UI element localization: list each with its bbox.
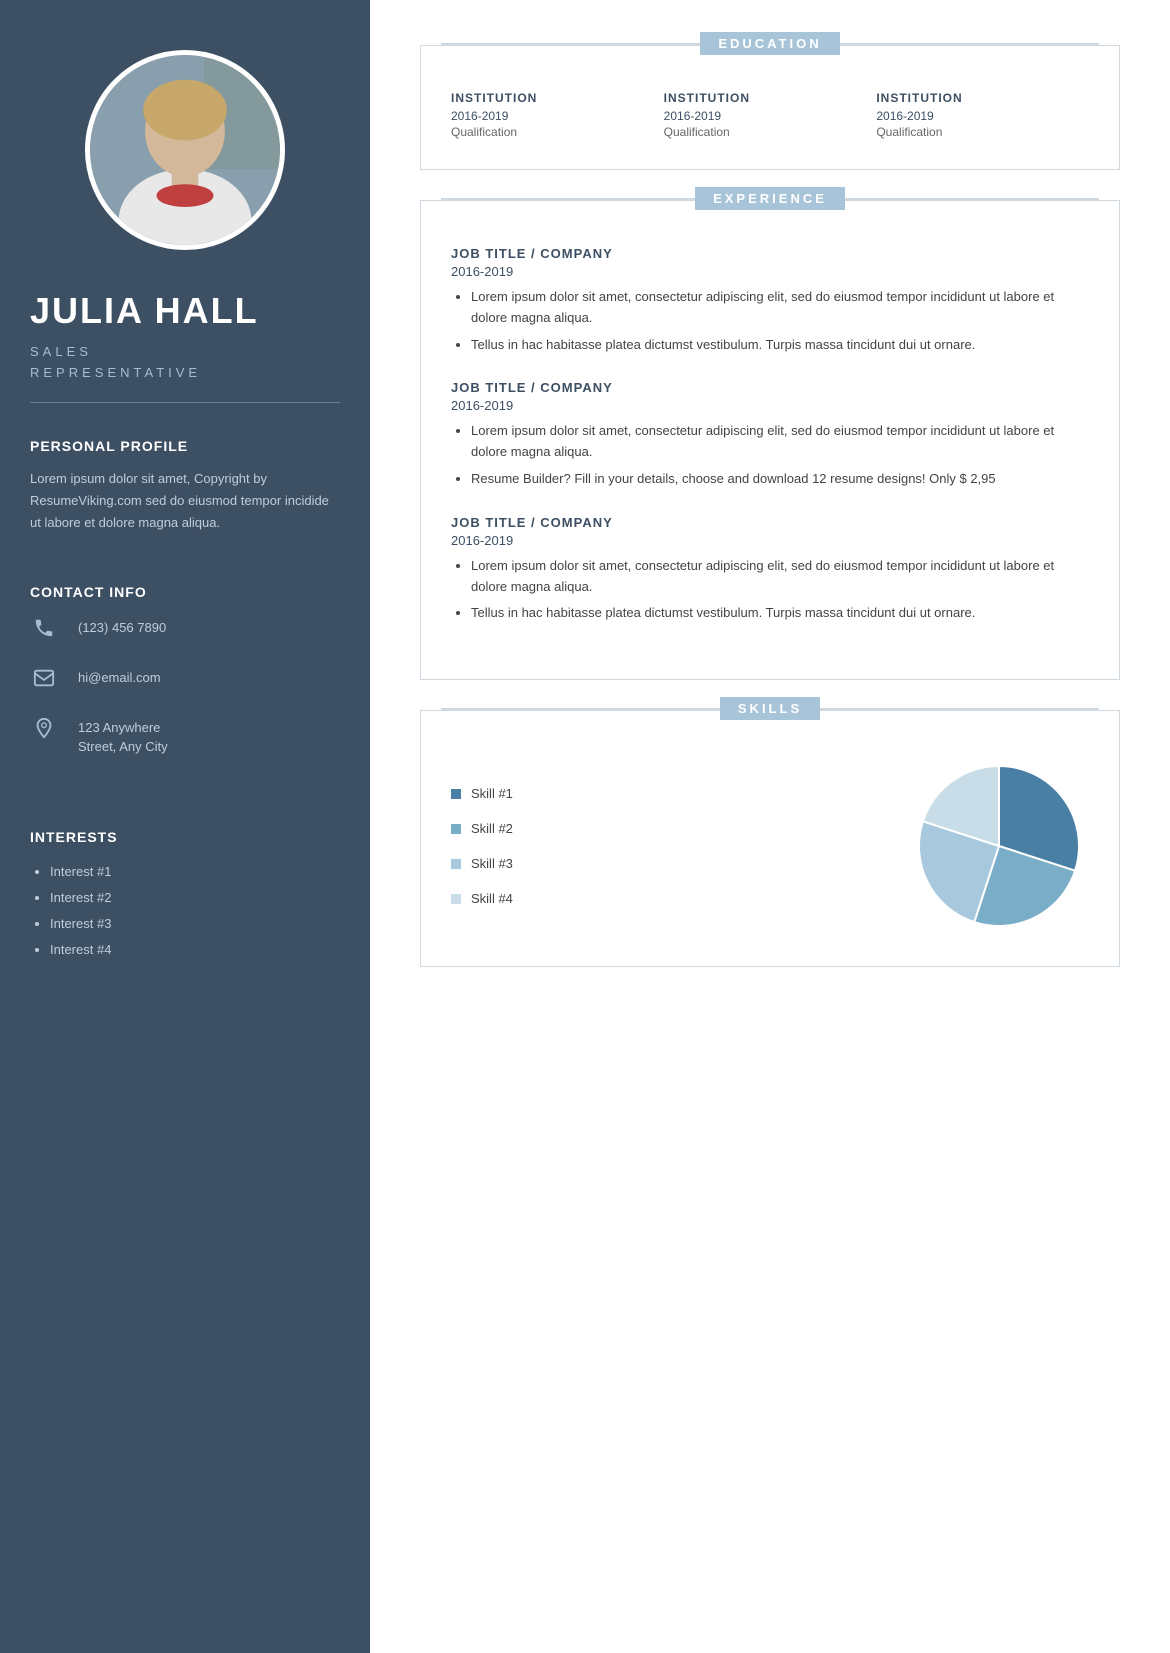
education-line-right	[840, 43, 1099, 45]
edu-qualification: Qualification	[664, 125, 857, 139]
job-entry: JOB TITLE / COMPANY 2016-2019 Lorem ipsu…	[451, 380, 1089, 489]
job-bullet: Resume Builder? Fill in your details, ch…	[471, 469, 1089, 490]
job-bullets: Lorem ipsum dolor sit amet, consectetur …	[451, 287, 1089, 355]
job-years: 2016-2019	[451, 264, 1089, 279]
experience-line-right	[845, 198, 1099, 200]
contact-section: CONTACT INFO (123) 456 7890 hi@email.com	[30, 584, 340, 779]
interest-item: Interest #1	[50, 859, 340, 885]
skill-dot	[451, 859, 461, 869]
contact-phone-item: (123) 456 7890	[30, 614, 340, 642]
contact-email-item: hi@email.com	[30, 664, 340, 692]
skill-label: Skill #2	[471, 821, 513, 836]
skill-legend-item: Skill #3	[451, 856, 879, 871]
edu-institution-name: INSTITUTION	[876, 91, 1069, 105]
skills-content: Skill #1 Skill #2 Skill #3 Skill #4	[451, 756, 1089, 936]
interests-list: Interest #1Interest #2Interest #3Interes…	[30, 859, 340, 963]
experience-section: EXPERIENCE JOB TITLE / COMPANY 2016-2019…	[420, 200, 1120, 680]
candidate-name: JULIA HALL	[30, 290, 340, 332]
edu-qualification: Qualification	[451, 125, 644, 139]
job-title: JOB TITLE / COMPANY	[451, 246, 1089, 261]
sidebar: JULIA HALL SALES REPRESENTATIVE PERSONAL…	[0, 0, 370, 1653]
personal-profile-heading: PERSONAL PROFILE	[30, 438, 340, 454]
skill-label: Skill #4	[471, 891, 513, 906]
main-content: EDUCATION INSTITUTION 2016-2019 Qualific…	[370, 0, 1170, 1653]
edu-years: 2016-2019	[664, 109, 857, 123]
edu-years: 2016-2019	[876, 109, 1069, 123]
interests-heading: INTERESTS	[30, 829, 340, 845]
interest-item: Interest #2	[50, 885, 340, 911]
edu-institution-name: INSTITUTION	[664, 91, 857, 105]
job-bullet: Lorem ipsum dolor sit amet, consectetur …	[471, 421, 1089, 463]
skills-section: SKILLS Skill #1 Skill #2 Skill #3 Skill …	[420, 710, 1120, 967]
education-line-left	[441, 43, 700, 45]
education-grid: INSTITUTION 2016-2019 Qualification INST…	[451, 91, 1089, 139]
pie-chart	[909, 756, 1089, 936]
skill-label: Skill #3	[471, 856, 513, 871]
job-years: 2016-2019	[451, 533, 1089, 548]
candidate-title: SALES REPRESENTATIVE	[30, 342, 340, 384]
personal-profile-text: Lorem ipsum dolor sit amet, Copyright by…	[30, 468, 340, 534]
contact-email: hi@email.com	[78, 664, 161, 688]
skill-dot	[451, 894, 461, 904]
job-bullet: Tellus in hac habitasse platea dictumst …	[471, 603, 1089, 624]
job-bullets: Lorem ipsum dolor sit amet, consectetur …	[451, 421, 1089, 489]
interest-item: Interest #4	[50, 937, 340, 963]
contact-phone: (123) 456 7890	[78, 614, 166, 638]
job-bullet: Lorem ipsum dolor sit amet, consectetur …	[471, 556, 1089, 598]
skills-legend: Skill #1 Skill #2 Skill #3 Skill #4	[451, 786, 879, 906]
education-column: INSTITUTION 2016-2019 Qualification	[451, 91, 664, 139]
skills-line-right	[820, 708, 1099, 710]
skills-header: SKILLS	[441, 697, 1099, 720]
skill-legend-item: Skill #2	[451, 821, 879, 836]
skill-dot	[451, 789, 461, 799]
contact-address: 123 Anywhere Street, Any City	[78, 714, 168, 757]
job-bullets: Lorem ipsum dolor sit amet, consectetur …	[451, 556, 1089, 624]
job-years: 2016-2019	[451, 398, 1089, 413]
education-section: EDUCATION INSTITUTION 2016-2019 Qualific…	[420, 45, 1120, 170]
experience-line-left	[441, 198, 695, 200]
edu-institution-name: INSTITUTION	[451, 91, 644, 105]
education-header: EDUCATION	[441, 32, 1099, 55]
experience-label: EXPERIENCE	[695, 187, 845, 210]
contact-address-item: 123 Anywhere Street, Any City	[30, 714, 340, 757]
skills-label: SKILLS	[720, 697, 820, 720]
skill-legend-item: Skill #1	[451, 786, 879, 801]
skill-dot	[451, 824, 461, 834]
edu-years: 2016-2019	[451, 109, 644, 123]
job-title: JOB TITLE / COMPANY	[451, 515, 1089, 530]
education-column: INSTITUTION 2016-2019 Qualification	[664, 91, 877, 139]
job-entry: JOB TITLE / COMPANY 2016-2019 Lorem ipsu…	[451, 515, 1089, 624]
edu-qualification: Qualification	[876, 125, 1069, 139]
experience-list: JOB TITLE / COMPANY 2016-2019 Lorem ipsu…	[451, 246, 1089, 624]
location-icon	[30, 714, 58, 742]
experience-header: EXPERIENCE	[441, 187, 1099, 210]
education-label: EDUCATION	[700, 32, 839, 55]
job-bullet: Lorem ipsum dolor sit amet, consectetur …	[471, 287, 1089, 329]
skill-label: Skill #1	[471, 786, 513, 801]
avatar	[85, 50, 285, 250]
pie-chart-container	[909, 756, 1089, 936]
job-bullet: Tellus in hac habitasse platea dictumst …	[471, 335, 1089, 356]
skills-line-left	[441, 708, 720, 710]
contact-heading: CONTACT INFO	[30, 584, 340, 600]
email-icon	[30, 664, 58, 692]
interests-section: INTERESTS Interest #1Interest #2Interest…	[30, 829, 340, 963]
phone-icon	[30, 614, 58, 642]
job-entry: JOB TITLE / COMPANY 2016-2019 Lorem ipsu…	[451, 246, 1089, 355]
interest-item: Interest #3	[50, 911, 340, 937]
name-divider	[30, 402, 340, 403]
education-column: INSTITUTION 2016-2019 Qualification	[876, 91, 1089, 139]
job-title: JOB TITLE / COMPANY	[451, 380, 1089, 395]
skill-legend-item: Skill #4	[451, 891, 879, 906]
